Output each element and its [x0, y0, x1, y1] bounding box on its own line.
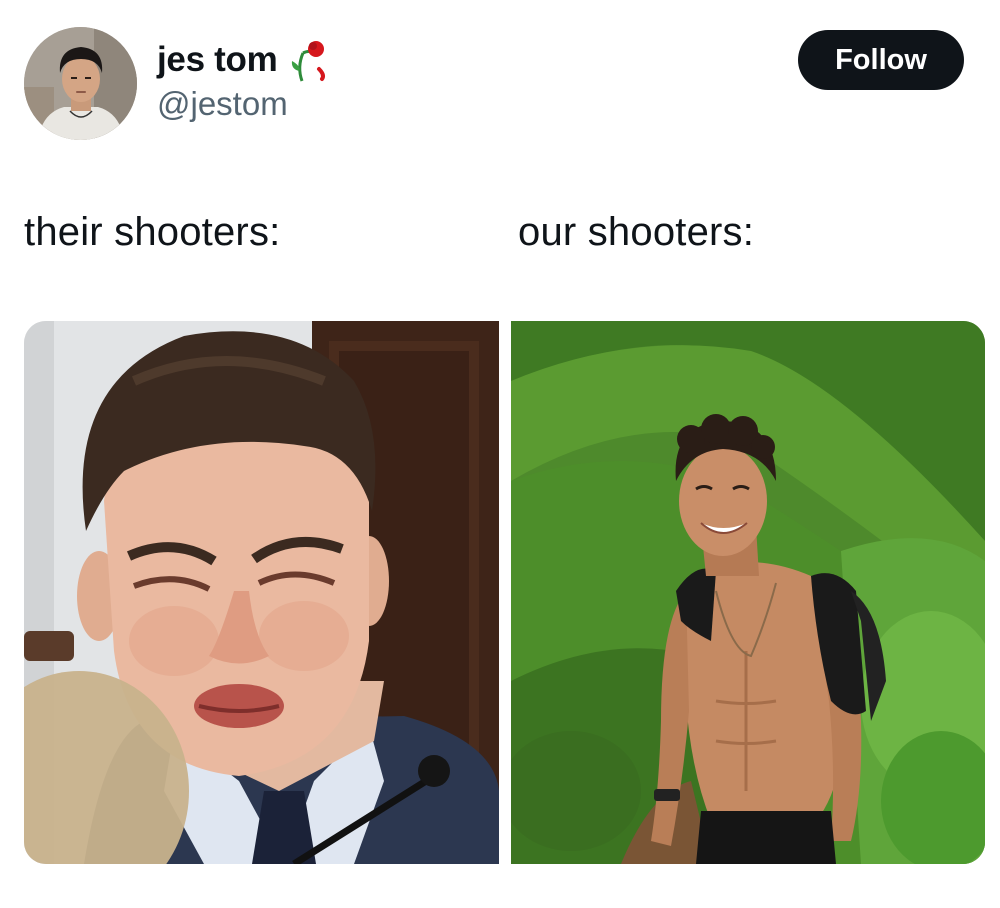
display-name[interactable]: jes tom	[157, 40, 278, 80]
crying-man-in-suit-photo[interactable]	[24, 321, 499, 864]
shirtless-hiker-photo[interactable]	[511, 321, 985, 864]
follow-button[interactable]: Follow	[798, 30, 964, 90]
avatar[interactable]	[24, 27, 137, 140]
caption-left: their shooters:	[24, 210, 281, 254]
tweet-header: jes tom @jestom Follow	[24, 27, 964, 141]
tweet-media[interactable]	[24, 321, 985, 864]
caption-right: our shooters:	[518, 210, 755, 254]
display-name-row: jes tom	[157, 37, 329, 83]
wilted-rose-icon	[289, 37, 329, 83]
handle[interactable]: @jestom	[157, 85, 329, 123]
author-info: jes tom @jestom	[157, 37, 329, 123]
